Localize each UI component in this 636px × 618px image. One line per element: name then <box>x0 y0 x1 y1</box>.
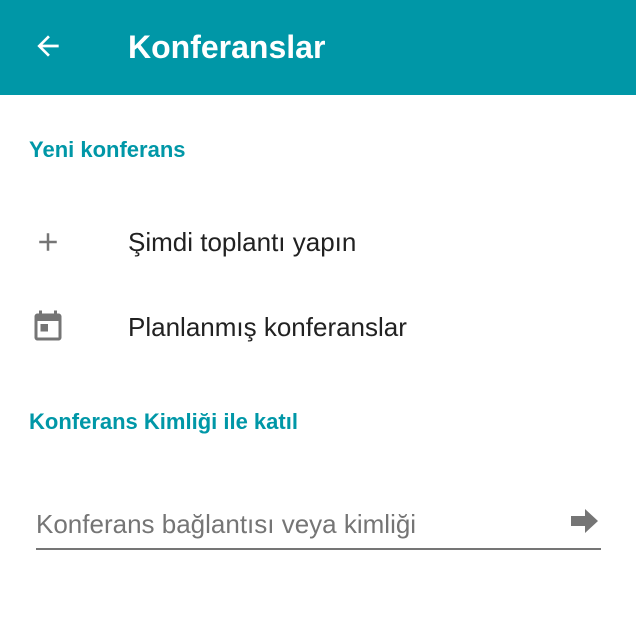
start-meeting-now-item[interactable]: Şimdi toplantı yapın <box>0 206 636 278</box>
scheduled-conferences-item[interactable]: Planlanmış konferanslar <box>0 291 636 363</box>
new-conference-header: Yeni konferans <box>29 137 186 162</box>
input-underline <box>36 548 601 550</box>
scheduled-conferences-label: Planlanmış konferanslar <box>128 312 407 342</box>
arrow-forward-icon <box>569 508 599 539</box>
join-by-id-header: Konferans Kimliği ile katıl <box>29 409 298 434</box>
conferences-screen: Konferanslar Yeni konferans Şimdi toplan… <box>0 0 636 618</box>
back-button[interactable] <box>22 22 74 74</box>
conference-id-input[interactable] <box>36 500 556 548</box>
arrow-back-icon <box>32 30 64 67</box>
app-toolbar: Konferanslar <box>0 0 636 95</box>
start-meeting-now-label: Şimdi toplantı yapın <box>128 227 357 257</box>
join-go-button[interactable] <box>567 508 601 538</box>
calendar-icon <box>30 309 66 345</box>
conference-id-field <box>36 500 601 552</box>
page-title: Konferanslar <box>128 29 326 65</box>
plus-icon <box>30 224 66 260</box>
